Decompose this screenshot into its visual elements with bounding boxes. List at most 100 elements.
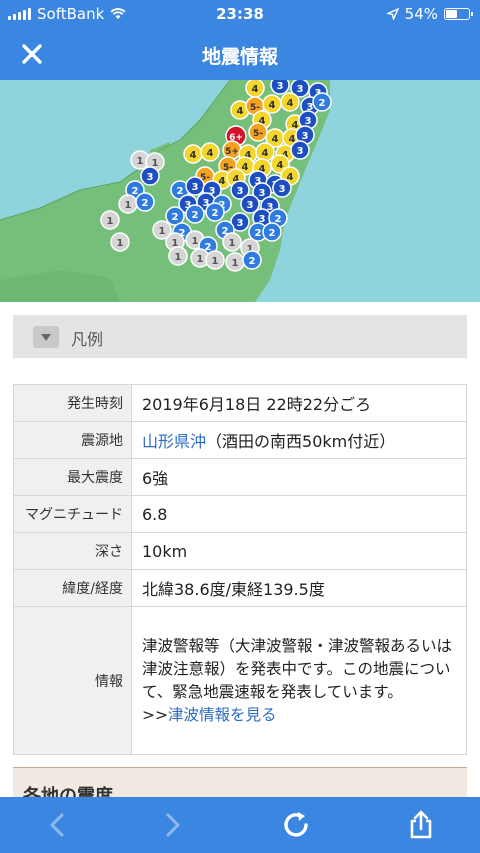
svg-text:4: 4 — [252, 84, 259, 95]
battery-percent: 54% — [404, 5, 438, 23]
svg-text:3: 3 — [192, 182, 199, 193]
svg-text:2: 2 — [255, 228, 262, 239]
legend-toggle[interactable]: 凡例 — [13, 315, 467, 358]
svg-text:1: 1 — [107, 216, 114, 227]
intensity-marker: 4 — [245, 80, 265, 98]
table-row: 深さ 10km — [13, 532, 467, 570]
row-value-max-intensity: 6強 — [131, 458, 467, 496]
svg-text:3: 3 — [277, 81, 284, 92]
battery-icon — [444, 8, 473, 20]
svg-text:4: 4 — [262, 148, 269, 159]
svg-text:1: 1 — [197, 254, 204, 265]
svg-text:4: 4 — [277, 160, 284, 171]
row-value-latlon: 北緯38.6度/東経139.5度 — [131, 569, 467, 607]
intensity-marker: 1 — [225, 252, 245, 272]
svg-text:3: 3 — [297, 146, 304, 157]
intensity-marker: 3 — [272, 178, 292, 198]
intensity-marker: 3 — [290, 140, 310, 160]
intensity-marker: 2 — [205, 202, 225, 222]
table-row: 緯度/経度 北緯38.6度/東経139.5度 — [13, 569, 467, 607]
tsunami-link[interactable]: >>津波情報を見る — [142, 704, 456, 727]
reload-icon[interactable] — [280, 809, 312, 841]
svg-text:2: 2 — [212, 208, 219, 219]
legend-label: 凡例 — [71, 330, 104, 349]
table-row: マグニチュード 6.8 — [13, 495, 467, 533]
intensity-marker: 1 — [118, 194, 138, 214]
row-label-magnitude: マグニチュード — [13, 495, 132, 533]
svg-text:4: 4 — [190, 150, 197, 161]
row-value-epicenter: 山形県沖（酒田の南西50km付近） — [131, 421, 467, 459]
svg-text:2: 2 — [142, 198, 149, 209]
svg-text:3: 3 — [259, 188, 266, 199]
row-value-depth: 10km — [131, 532, 467, 570]
table-row: 震源地 山形県沖（酒田の南西50km付近） — [13, 421, 467, 459]
intensity-marker: 2 — [242, 250, 262, 270]
row-value-time: 2019年6月18日 22時22分ごろ — [131, 384, 467, 422]
svg-text:3: 3 — [147, 172, 154, 183]
intensity-marker: 3 — [185, 176, 205, 196]
table-row: 最大震度 6強 — [13, 458, 467, 496]
intensity-marker: 4 — [200, 142, 220, 162]
svg-text:1: 1 — [125, 200, 132, 211]
svg-text:4: 4 — [272, 134, 279, 145]
intensity-marker: 3 — [270, 80, 290, 95]
svg-text:1: 1 — [175, 252, 182, 263]
intensity-marker: 1 — [100, 210, 120, 230]
svg-text:1: 1 — [117, 238, 124, 249]
intensity-marker: 1 — [222, 232, 242, 252]
intensity-marker: 4 — [262, 94, 282, 114]
epicenter-detail: （酒田の南西50km付近） — [206, 432, 396, 451]
svg-text:1: 1 — [159, 226, 166, 237]
page-title: 地震情報 — [201, 46, 278, 68]
svg-text:3: 3 — [297, 84, 304, 95]
chevron-down-icon — [33, 326, 59, 348]
svg-text:3: 3 — [302, 131, 309, 142]
svg-text:4: 4 — [269, 100, 276, 111]
intensity-marker: 1 — [168, 246, 188, 266]
earthquake-info-table: 発生時刻 2019年6月18日 22時22分ごろ 震源地 山形県沖（酒田の南西5… — [13, 384, 467, 755]
svg-text:4: 4 — [287, 98, 294, 109]
epicenter-link[interactable]: 山形県沖 — [142, 432, 206, 451]
status-right: 54% — [386, 5, 473, 23]
svg-text:3: 3 — [237, 186, 244, 197]
svg-text:5-: 5- — [253, 129, 263, 139]
row-label-time: 発生時刻 — [13, 384, 132, 422]
tsunami-info-text: 津波警報等（大津波警報・津波警報あるいは津波注意報）を発表中です。この地震につい… — [142, 636, 453, 701]
svg-text:1: 1 — [212, 256, 219, 267]
nav-bar: 地震情報 — [0, 28, 480, 80]
svg-text:3: 3 — [279, 184, 286, 195]
svg-text:2: 2 — [177, 186, 184, 197]
intensity-marker: 2 — [135, 192, 155, 212]
tsunami-link-text[interactable]: 津波情報を見る — [168, 706, 277, 724]
intensity-marker: 2 — [312, 92, 332, 112]
svg-text:1: 1 — [232, 258, 239, 269]
row-label-info: 情報 — [13, 606, 132, 755]
row-label-depth: 深さ — [13, 532, 132, 570]
row-label-latlon: 緯度/経度 — [13, 569, 132, 607]
share-icon[interactable] — [405, 809, 437, 841]
earthquake-map[interactable]: 433343245-44436+5-443445+4443115-44435-4… — [0, 80, 480, 302]
forward-arrow-icon[interactable] — [156, 809, 188, 841]
tsunami-link-prefix: >> — [142, 705, 168, 724]
row-label-max-intensity: 最大震度 — [13, 458, 132, 496]
back-arrow-icon[interactable] — [42, 809, 74, 841]
bottom-toolbar — [0, 797, 480, 853]
intensity-marker: 1 — [205, 250, 225, 270]
svg-text:3: 3 — [237, 218, 244, 229]
intensity-marker: 4 — [280, 92, 300, 112]
row-value-info: 津波警報等（大津波警報・津波警報あるいは津波注意報）を発表中です。この地震につい… — [131, 606, 467, 755]
svg-text:3: 3 — [247, 200, 254, 211]
intensity-marker: 2 — [185, 204, 205, 224]
svg-text:5+: 5+ — [225, 147, 239, 157]
row-value-magnitude: 6.8 — [131, 495, 467, 533]
location-arrow-icon — [386, 8, 399, 20]
intensity-marker: 5+ — [222, 140, 242, 160]
table-row: 発生時刻 2019年6月18日 22時22分ごろ — [13, 384, 467, 422]
intensity-marker: 5- — [248, 122, 268, 142]
svg-text:4: 4 — [207, 148, 214, 159]
intensity-marker: 4 — [183, 144, 203, 164]
svg-text:4: 4 — [237, 106, 244, 117]
svg-text:2: 2 — [319, 98, 326, 109]
svg-text:2: 2 — [132, 186, 139, 197]
status-bar: SoftBank 23:38 54% — [0, 0, 480, 28]
